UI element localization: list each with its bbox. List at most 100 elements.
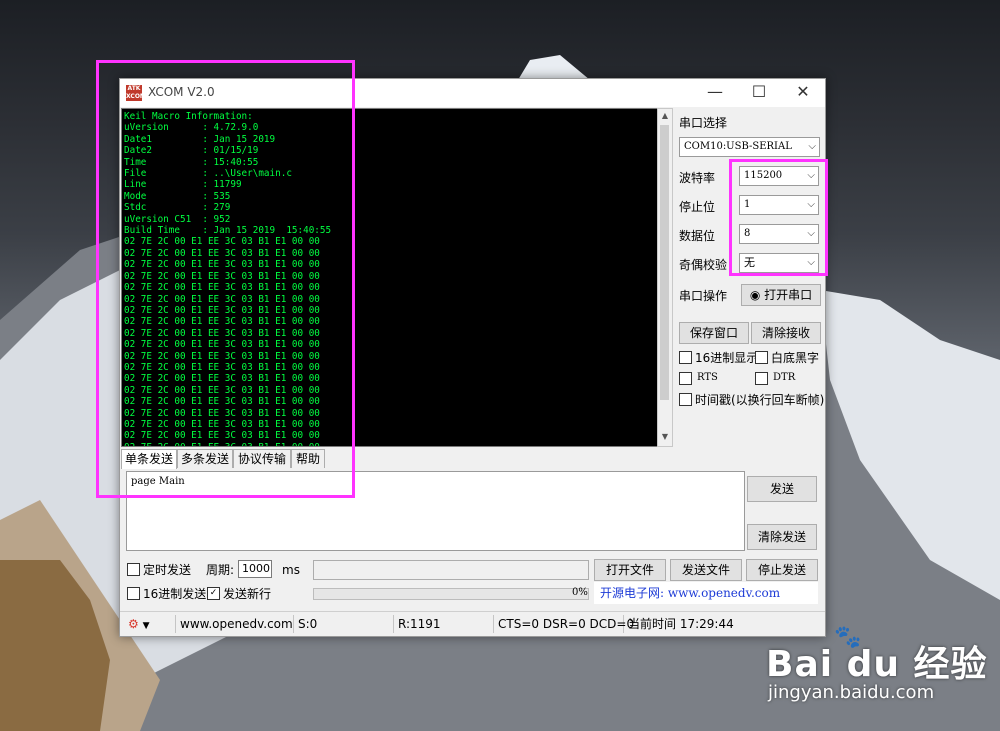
watermark-url: jingyan.baidu.com xyxy=(768,682,935,703)
tab-multi-send[interactable]: 多条发送 xyxy=(177,449,233,468)
hex-display-label: 16进制显示 xyxy=(695,351,759,365)
terminal-line: 02 7E 2C 00 E1 EE 3C 03 B1 E1 00 00 xyxy=(124,293,320,305)
terminal-line: 02 7E 2C 00 E1 EE 3C 03 B1 E1 00 00 xyxy=(124,350,320,362)
stop-send-button[interactable]: 停止发送 xyxy=(746,559,818,581)
port-select-label: 串口选择 xyxy=(679,116,728,130)
title-bar: ATK XCOM XCOM V2.0 — ☐ ✕ xyxy=(120,79,825,107)
data-bits-label: 数据位 xyxy=(679,229,716,243)
gear-icon: ⚙ xyxy=(128,617,139,631)
timed-send-checkbox[interactable] xyxy=(127,563,140,576)
scroll-down-icon[interactable]: ▼ xyxy=(658,430,672,444)
send-text: page Main xyxy=(131,476,185,487)
clear-send-button[interactable]: 清除发送 xyxy=(747,524,817,550)
period-input[interactable]: 1000 xyxy=(238,560,272,578)
minimize-icon[interactable]: — xyxy=(693,79,737,107)
tab-help[interactable]: 帮助 xyxy=(291,449,325,468)
terminal-line: uVersion : 4.72.9.0 xyxy=(124,122,259,134)
parity-value: 无 xyxy=(744,256,755,269)
port-op-label: 串口操作 xyxy=(679,289,728,303)
status-lines: CTS=0 DSR=0 DCD=0 xyxy=(494,615,634,633)
terminal-line: File : ..\User\main.c xyxy=(124,168,292,180)
send-input[interactable]: page Main xyxy=(126,471,745,551)
timestamp-label: 时间戳(以换行回车断帧) xyxy=(695,393,825,407)
baud-label: 波特率 xyxy=(679,171,716,185)
send-file-path xyxy=(313,560,589,580)
terminal-line: uVersion C51 : 952 xyxy=(124,213,231,225)
terminal-line: Date1 : Jan 15 2019 xyxy=(124,133,276,145)
stop-bits-select[interactable]: 1 ⌵ xyxy=(739,195,819,215)
progress-percent: 0% xyxy=(572,587,588,598)
terminal-line: Time : 15:40:55 xyxy=(124,156,259,168)
terminal-line: 02 7E 2C 00 E1 EE 3C 03 B1 E1 00 00 xyxy=(124,304,320,316)
chevron-down-icon: ⌵ xyxy=(807,228,815,239)
status-received-count: R:1191 xyxy=(394,615,494,633)
dropdown-arrow-icon: ▼ xyxy=(142,621,150,631)
parity-label: 奇偶校验 xyxy=(679,258,728,272)
terminal-line: 02 7E 2C 00 E1 EE 3C 03 B1 E1 00 00 xyxy=(124,384,320,396)
hex-display-checkbox[interactable] xyxy=(679,351,692,364)
status-bar: ⚙ ▼ www.openedv.com S:0 R:1191 CTS=0 DSR… xyxy=(120,611,825,636)
scroll-up-icon[interactable]: ▲ xyxy=(658,109,672,123)
hex-send-checkbox[interactable] xyxy=(127,587,140,600)
open-file-button[interactable]: 打开文件 xyxy=(594,559,666,581)
send-button[interactable]: 发送 xyxy=(747,476,817,502)
rts-checkbox[interactable] xyxy=(679,372,692,385)
parity-select[interactable]: 无 ⌵ xyxy=(739,253,819,273)
tab-protocol[interactable]: 协议传输 xyxy=(233,449,291,468)
timed-send-label: 定时发送 xyxy=(143,563,192,577)
chevron-down-icon: ⌵ xyxy=(807,257,815,268)
terminal-line: 02 7E 2C 00 E1 EE 3C 03 B1 E1 00 00 xyxy=(124,327,320,339)
status-website[interactable]: www.openedv.com xyxy=(176,615,294,633)
stop-bits-value: 1 xyxy=(744,199,751,210)
website-link[interactable]: 开源电子网: www.openedv.com xyxy=(594,582,818,604)
terminal-line: Build Time : Jan 15 2019 15:40:55 xyxy=(124,225,332,237)
watermark-brand: Bai du 经验 xyxy=(766,644,988,685)
port-select[interactable]: COM10:USB-SERIAL ⌵ xyxy=(679,137,820,157)
terminal-line: 02 7E 2C 00 E1 EE 3C 03 B1 E1 00 00 xyxy=(124,236,320,248)
terminal-line: 02 7E 2C 00 E1 EE 3C 03 B1 E1 00 00 xyxy=(124,373,320,385)
white-bg-checkbox[interactable] xyxy=(755,351,768,364)
terminal-line: 02 7E 2C 00 E1 EE 3C 03 B1 E1 00 00 xyxy=(124,282,320,294)
open-port-button[interactable]: ◉ 打开串口 xyxy=(741,284,821,306)
baud-value: 115200 xyxy=(744,170,783,181)
terminal-line: Stdc : 279 xyxy=(124,202,231,214)
terminal-line: 02 7E 2C 00 E1 EE 3C 03 B1 E1 00 00 xyxy=(124,247,320,259)
receive-scrollbar[interactable]: ▲ ▼ xyxy=(657,108,673,447)
clear-receive-button[interactable]: 清除接收 xyxy=(751,322,821,344)
window-title: XCOM V2.0 xyxy=(148,85,215,99)
data-bits-value: 8 xyxy=(744,228,751,239)
dtr-label: DTR xyxy=(773,372,796,383)
terminal-line: Date2 : 01/15/19 xyxy=(124,145,259,157)
baidu-watermark: 🐾 Bai du 经验 jingyan.baidu.com xyxy=(766,625,996,710)
close-icon[interactable]: ✕ xyxy=(781,79,825,107)
terminal-line: 02 7E 2C 00 E1 EE 3C 03 B1 E1 00 00 xyxy=(124,442,331,446)
terminal-line: 02 7E 2C 00 E1 EE 3C 03 B1 E1 00 00 xyxy=(124,430,320,442)
baud-select[interactable]: 115200 ⌵ xyxy=(739,166,819,186)
terminal-line: 02 7E 2C 00 E1 EE 3C 03 B1 E1 00 00 xyxy=(124,259,320,271)
send-newline-checkbox[interactable]: ✓ xyxy=(207,587,220,600)
save-window-button[interactable]: 保存窗口 xyxy=(679,322,749,344)
chevron-down-icon: ⌵ xyxy=(808,141,816,152)
maximize-icon[interactable]: ☐ xyxy=(737,79,781,107)
receive-terminal[interactable]: Keil Macro Information: uVersion : 4.72.9… xyxy=(121,108,658,447)
open-port-label: 打开串口 xyxy=(764,288,813,302)
timestamp-checkbox[interactable] xyxy=(679,393,692,406)
port-value: COM10:USB-SERIAL xyxy=(684,141,792,152)
terminal-line: Mode : 535 xyxy=(124,190,231,202)
receive-text: Keil Macro Information: uVersion : 4.72.9… xyxy=(124,111,332,446)
send-newline-label: 发送新行 xyxy=(223,587,272,601)
app-logo-icon: ATK XCOM xyxy=(126,85,146,101)
settings-gear-cell[interactable]: ⚙ ▼ xyxy=(124,615,176,633)
terminal-line: 02 7E 2C 00 E1 EE 3C 03 B1 E1 00 00 xyxy=(124,339,320,351)
terminal-line: 02 7E 2C 00 E1 EE 3C 03 B1 E1 00 00 xyxy=(124,316,320,328)
terminal-line: Line : 11799 xyxy=(124,179,242,191)
scroll-thumb[interactable] xyxy=(660,125,669,400)
send-file-button[interactable]: 发送文件 xyxy=(670,559,742,581)
tab-single-send[interactable]: 单条发送 xyxy=(121,449,177,469)
dtr-checkbox[interactable] xyxy=(755,372,768,385)
data-bits-select[interactable]: 8 ⌵ xyxy=(739,224,819,244)
terminal-line: 02 7E 2C 00 E1 EE 3C 03 B1 E1 00 00 xyxy=(124,418,320,430)
terminal-line: 02 7E 2C 00 E1 EE 3C 03 B1 E1 00 00 xyxy=(124,270,320,282)
white-bg-label: 白底黑字 xyxy=(771,351,820,365)
stop-bits-label: 停止位 xyxy=(679,200,716,214)
